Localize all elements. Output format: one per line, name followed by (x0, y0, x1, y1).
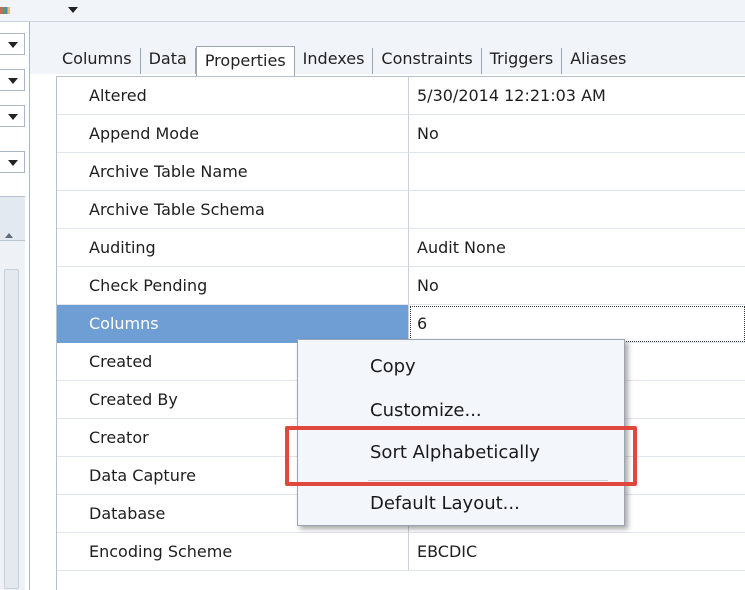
tab-aliases[interactable]: Aliases (562, 48, 634, 74)
left-scrollbar-thumb[interactable] (4, 269, 19, 589)
property-row[interactable]: Encoding Scheme EBCDIC (57, 533, 745, 571)
property-row[interactable]: Auditing Audit None (57, 229, 745, 267)
property-value[interactable]: 5/30/2014 12:21:03 AM (409, 77, 745, 115)
left-combo-3[interactable] (0, 105, 25, 127)
chevron-down-icon (8, 114, 18, 120)
property-row[interactable]: Archive Table Schema (57, 191, 745, 229)
left-combo-1[interactable] (0, 33, 25, 55)
property-value[interactable]: No (409, 115, 745, 153)
color-grip-icon (0, 7, 10, 14)
property-name: Altered (57, 77, 409, 115)
property-name: Archive Table Name (57, 153, 409, 191)
chevron-down-icon[interactable] (68, 7, 78, 13)
property-name: Columns (57, 305, 409, 343)
property-name: Encoding Scheme (57, 533, 409, 571)
scroll-up-arrow-icon[interactable] (5, 233, 13, 238)
menu-item-customize[interactable]: Customize... (370, 400, 482, 421)
property-name: Append Mode (57, 115, 409, 153)
property-value[interactable]: No (409, 267, 745, 305)
left-combo-4[interactable] (0, 151, 25, 173)
tab-constraints[interactable]: Constraints (373, 48, 482, 74)
property-value[interactable] (409, 153, 745, 191)
menu-item-default-layout[interactable]: Default Layout... (370, 493, 520, 514)
property-name: Check Pending (57, 267, 409, 305)
property-row-selected[interactable]: Columns 6 (57, 305, 745, 343)
property-name: Auditing (57, 229, 409, 267)
tab-list: Columns Data Properties Indexes Constrai… (54, 46, 634, 76)
property-row[interactable]: Archive Table Name (57, 153, 745, 191)
tab-data[interactable]: Data (141, 48, 196, 74)
property-row[interactable]: Check Pending No (57, 267, 745, 305)
tab-properties[interactable]: Properties (195, 46, 295, 76)
chevron-down-icon (8, 42, 18, 48)
tab-triggers[interactable]: Triggers (482, 48, 563, 74)
property-value[interactable]: 6 (409, 305, 745, 343)
left-list-panel (0, 196, 25, 590)
property-value[interactable]: EBCDIC (409, 533, 745, 571)
chevron-down-icon (8, 160, 18, 166)
menu-item-copy[interactable]: Copy (370, 356, 416, 377)
tab-columns[interactable]: Columns (54, 48, 141, 74)
property-value[interactable]: Audit None (409, 229, 745, 267)
property-value[interactable] (409, 191, 745, 229)
toolbar (30, 0, 745, 22)
tab-indexes[interactable]: Indexes (295, 48, 374, 74)
tab-strip: Columns Data Properties Indexes Constrai… (30, 22, 745, 76)
property-row[interactable]: Altered 5/30/2014 12:21:03 AM (57, 77, 745, 115)
left-side-panel (0, 0, 30, 590)
left-combo-2[interactable] (0, 69, 25, 91)
left-panel-header (0, 0, 30, 22)
property-name: Archive Table Schema (57, 191, 409, 229)
chevron-down-icon (8, 78, 18, 84)
annotation-highlight-box (285, 426, 637, 486)
property-row[interactable]: Append Mode No (57, 115, 745, 153)
